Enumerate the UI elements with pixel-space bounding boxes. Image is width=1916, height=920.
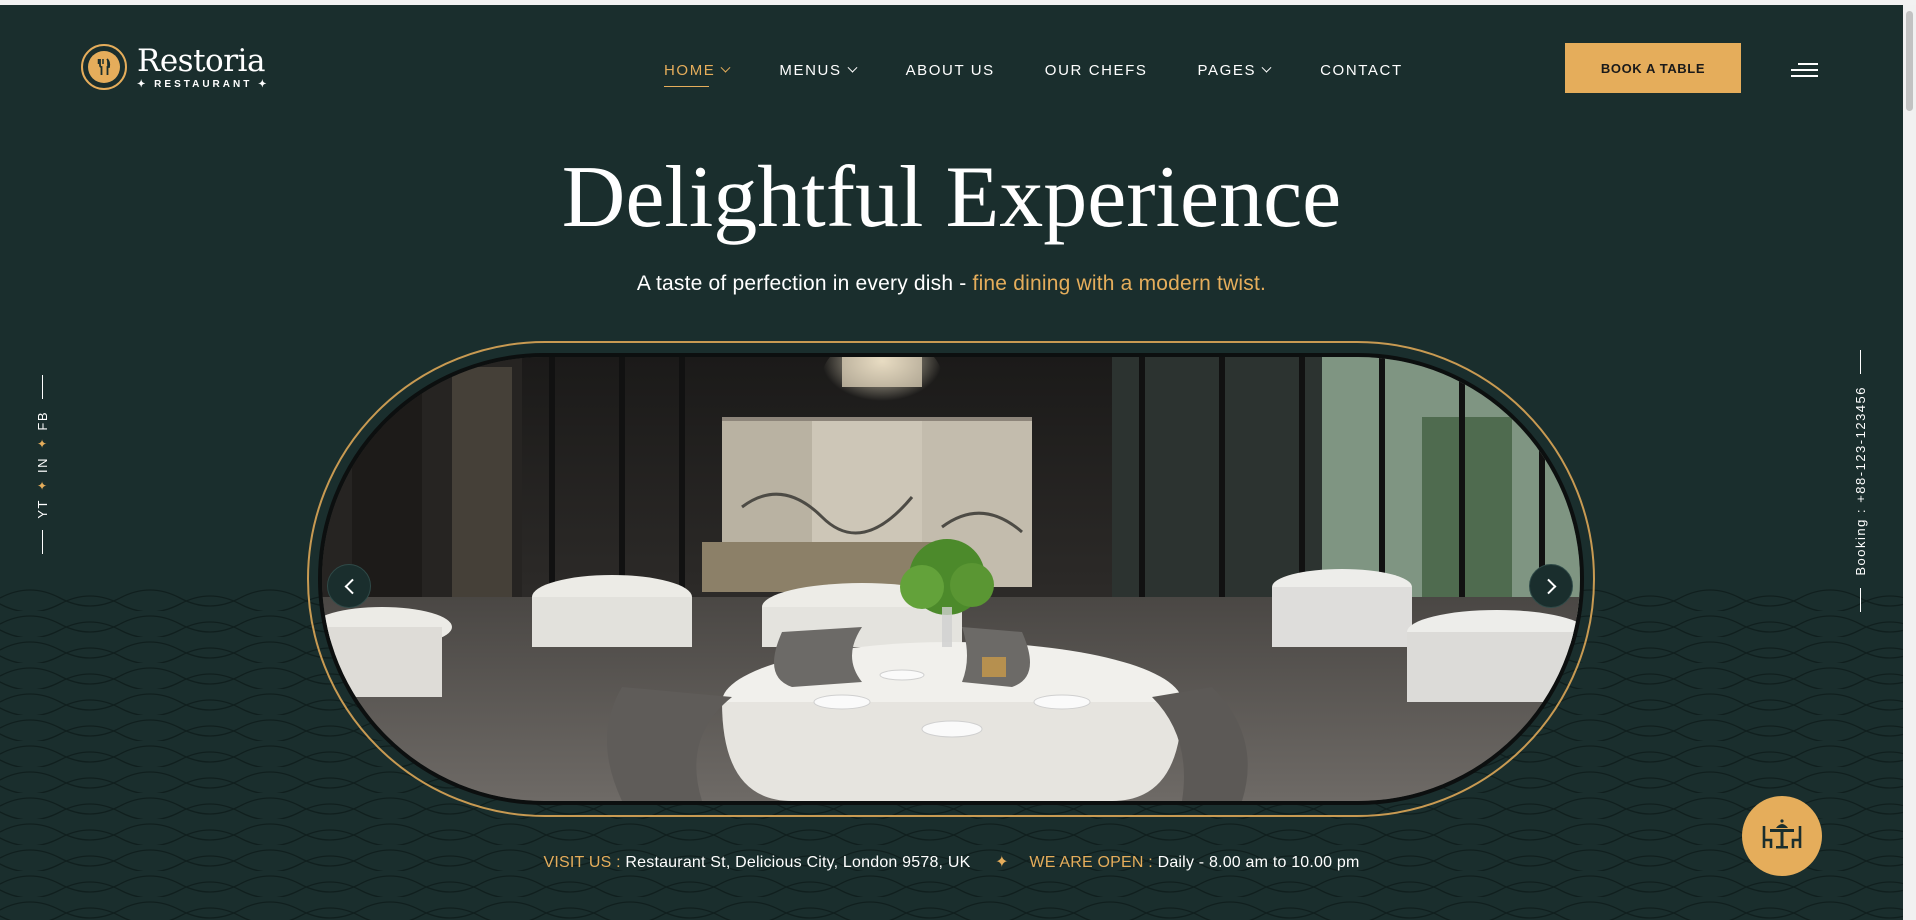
dining-table-icon [1762, 819, 1802, 849]
chevron-right-icon [1540, 578, 1556, 594]
hero-title: Delightful Experience [561, 149, 1342, 246]
social-link-in[interactable]: IN [35, 457, 50, 473]
social-link-fb[interactable]: FB [35, 411, 50, 431]
star-separator-icon: ✦ [995, 854, 1009, 871]
prev-slide-button[interactable] [327, 564, 371, 608]
reservation-fab-button[interactable] [1742, 796, 1822, 876]
visit-us-label: VISIT US : [543, 854, 621, 871]
brand-name: Restoria [137, 42, 265, 79]
divider-line [41, 375, 43, 399]
nav-contact[interactable]: CONTACT [1320, 60, 1403, 80]
booking-phone-text[interactable]: Booking : +88-123-123456 [1853, 386, 1868, 576]
chevron-left-icon [344, 578, 360, 594]
next-slide-button[interactable] [1529, 564, 1573, 608]
nav-our-chefs[interactable]: OUR CHEFS [1045, 60, 1148, 80]
star-separator-icon: ✦ [36, 436, 48, 451]
nav-home[interactable]: HOME [664, 60, 731, 87]
brand-logo[interactable]: Restoria ✦ RESTAURANT ✦ [81, 44, 270, 90]
book-a-table-button[interactable]: BOOK A TABLE [1565, 43, 1741, 93]
social-link-yt[interactable]: YT [35, 499, 50, 519]
main-nav: HOME MENUS ABOUT US OUR CHEFS PAGES CONT… [664, 60, 1453, 87]
scrollbar-thumb[interactable] [1906, 11, 1913, 111]
fork-knife-icon [81, 44, 127, 90]
hero-subtitle: A taste of perfection in every dish - fi… [636, 272, 1267, 295]
chevron-down-icon [720, 62, 731, 73]
divider-line [1859, 350, 1861, 374]
chevron-down-icon [847, 62, 858, 73]
divider-line [41, 530, 43, 555]
nav-pages[interactable]: PAGES [1198, 60, 1272, 80]
brand-tagline: RESTAURANT [154, 78, 253, 90]
open-hours-text: Daily - 8.00 am to 10.00 pm [1157, 854, 1360, 871]
star-separator-icon: ✦ [36, 478, 48, 493]
hero-subtitle-accent: fine dining with a modern twist. [972, 272, 1267, 295]
social-links: FB ✦ IN ✦ YT [35, 375, 50, 555]
nav-menus[interactable]: MENUS [779, 60, 858, 80]
address-text: Restaurant St, Delicious City, London 95… [625, 854, 971, 871]
hamburger-icon[interactable] [1791, 63, 1818, 77]
open-hours-label: WE ARE OPEN : [1029, 854, 1153, 871]
nav-about-us[interactable]: ABOUT US [906, 60, 995, 80]
restaurant-dining-room-photo [318, 353, 1584, 805]
divider-line [1859, 587, 1861, 612]
page-scrollbar[interactable] [1903, 5, 1916, 920]
browser-top-edge [0, 0, 1916, 5]
booking-phone: Booking : +88-123-123456 [1852, 350, 1868, 612]
chevron-down-icon [1261, 62, 1272, 73]
info-bar: VISIT US : Restaurant St, Delicious City… [0, 852, 1903, 872]
